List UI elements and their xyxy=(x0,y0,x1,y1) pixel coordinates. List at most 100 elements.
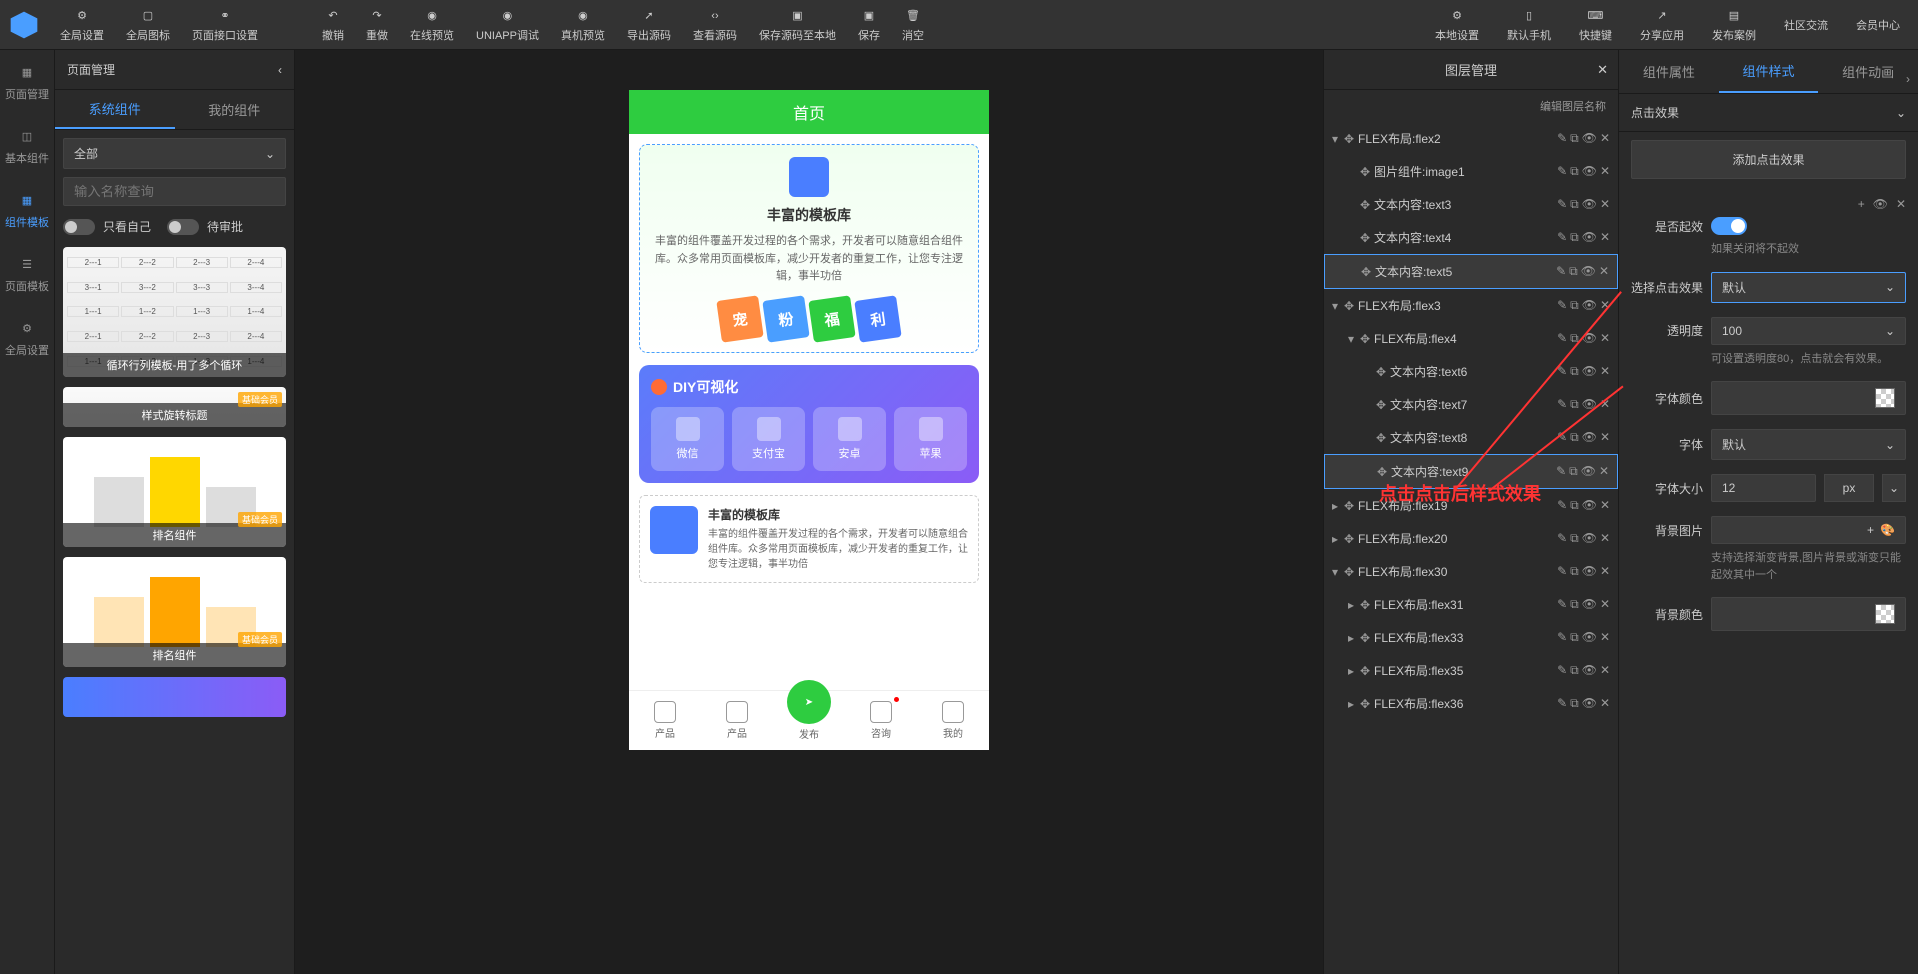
tb-view-code[interactable]: ‹›查看源码 xyxy=(683,3,747,47)
copy-icon[interactable]: ⧉ xyxy=(1570,197,1579,212)
layer-row[interactable]: ✥ 文本内容:text3 ✎ ⧉ 👁 ✕ xyxy=(1324,188,1618,221)
palette-icon[interactable]: 🎨 xyxy=(1880,523,1895,537)
drag-handle-icon[interactable]: ✥ xyxy=(1360,664,1374,678)
edit-icon[interactable]: ✎ xyxy=(1557,131,1567,146)
visibility-icon[interactable]: 👁 xyxy=(1581,264,1596,279)
layer-row[interactable]: ▾ ✥ FLEX布局:flex30 ✎ ⧉ 👁 ✕ xyxy=(1324,555,1618,588)
edit-icon[interactable]: ✎ xyxy=(1557,298,1567,313)
edit-icon[interactable]: ✎ xyxy=(1557,331,1567,346)
visibility-icon[interactable]: 👁 xyxy=(1582,298,1597,313)
tab-my-comp[interactable]: 我的组件 xyxy=(175,90,295,129)
visibility-icon[interactable]: 👁 xyxy=(1582,230,1597,245)
copy-icon[interactable]: ⧉ xyxy=(1570,131,1579,146)
delete-icon[interactable]: ✕ xyxy=(1600,197,1610,212)
delete-icon[interactable]: ✕ xyxy=(1600,597,1610,612)
add-icon[interactable]: + xyxy=(1858,197,1865,211)
delete-icon[interactable]: ✕ xyxy=(1600,564,1610,579)
tb-publish[interactable]: ▤发布案例 xyxy=(1702,3,1766,47)
template-item[interactable] xyxy=(63,677,286,717)
tb-save[interactable]: ▣保存 xyxy=(848,3,890,47)
delete-icon[interactable]: ✕ xyxy=(1600,696,1610,711)
toggle-pending[interactable] xyxy=(167,219,199,235)
copy-icon[interactable]: ⧉ xyxy=(1570,164,1579,179)
color-swatch[interactable] xyxy=(1875,388,1895,408)
drag-handle-icon[interactable]: ✥ xyxy=(1344,499,1358,513)
template-item[interactable]: 排名组件 基础会员 xyxy=(63,437,286,547)
copy-icon[interactable]: ⧉ xyxy=(1569,464,1578,479)
layer-row[interactable]: ▸ ✥ FLEX布局:flex19 ✎ ⧉ 👁 ✕ xyxy=(1324,489,1618,522)
bg-image-input[interactable]: +🎨 xyxy=(1711,516,1906,544)
tb-clear[interactable]: 🗑消空 xyxy=(892,3,934,47)
edit-icon[interactable]: ✎ xyxy=(1557,597,1567,612)
layer-row[interactable]: ▾ ✥ FLEX布局:flex2 ✎ ⧉ 👁 ✕ xyxy=(1324,122,1618,155)
tb-redo[interactable]: ↷重做 xyxy=(356,3,398,47)
layer-row[interactable]: ▸ ✥ FLEX布局:flex31 ✎ ⧉ 👁 ✕ xyxy=(1324,588,1618,621)
edit-icon[interactable]: ✎ xyxy=(1556,264,1566,279)
ls-global-settings[interactable]: ⚙全局设置 xyxy=(0,306,54,370)
delete-icon[interactable]: ✕ xyxy=(1600,531,1610,546)
copy-icon[interactable]: ⧉ xyxy=(1570,630,1579,645)
enable-switch[interactable] xyxy=(1711,217,1747,235)
drag-handle-icon[interactable]: ✥ xyxy=(1360,631,1374,645)
font-color-input[interactable] xyxy=(1711,381,1906,415)
tab-comp-props[interactable]: 组件属性 xyxy=(1619,50,1719,93)
copy-icon[interactable]: ⧉ xyxy=(1570,298,1579,313)
expand-toggle[interactable]: ▸ xyxy=(1348,631,1360,645)
layer-row[interactable]: ▸ ✥ FLEX布局:flex33 ✎ ⧉ 👁 ✕ xyxy=(1324,621,1618,654)
tb-default-phone[interactable]: ▯默认手机 xyxy=(1497,3,1561,47)
category-select[interactable]: 全部 ⌄ xyxy=(63,138,286,169)
drag-handle-icon[interactable]: ✥ xyxy=(1360,332,1374,346)
tb-shortcuts[interactable]: ⌨快捷键 xyxy=(1569,3,1622,47)
edit-icon[interactable]: ✎ xyxy=(1557,663,1567,678)
visibility-icon[interactable]: 👁 xyxy=(1582,197,1597,212)
ls-comp-template[interactable]: ▦组件模板 xyxy=(0,178,54,242)
visibility-icon[interactable]: 👁 xyxy=(1582,531,1597,546)
font-size-input[interactable]: 12 xyxy=(1711,474,1816,502)
tb-device-preview[interactable]: ◉真机预览 xyxy=(551,3,615,47)
edit-icon[interactable]: ✎ xyxy=(1557,164,1567,179)
expand-toggle[interactable]: ▸ xyxy=(1348,697,1360,711)
section-click-effect[interactable]: 点击效果 ⌄ xyxy=(1619,94,1918,132)
layer-row[interactable]: ▾ ✥ FLEX布局:flex4 ✎ ⧉ 👁 ✕ xyxy=(1324,322,1618,355)
tb-share[interactable]: ↗分享应用 xyxy=(1630,3,1694,47)
drag-handle-icon[interactable]: ✥ xyxy=(1360,198,1374,212)
layer-row[interactable]: ✥ 文本内容:text7 ✎ ⧉ 👁 ✕ xyxy=(1324,388,1618,421)
tab-mine[interactable]: 我的 xyxy=(917,691,989,750)
visibility-icon[interactable]: 👁 xyxy=(1582,630,1597,645)
close-icon[interactable]: ✕ xyxy=(1597,62,1608,78)
layer-row[interactable]: ✥ 文本内容:text4 ✎ ⧉ 👁 ✕ xyxy=(1324,221,1618,254)
tb-community[interactable]: 社区交流 xyxy=(1774,3,1838,47)
template-card-2[interactable]: 丰富的模板库 丰富的组件覆盖开发过程的各个需求，开发者可以随意组合组件库。众多常… xyxy=(639,495,979,583)
tb-member[interactable]: 会员中心 xyxy=(1846,3,1910,47)
effect-select[interactable]: 默认⌄ xyxy=(1711,272,1906,303)
visibility-icon[interactable]: 👁 xyxy=(1582,597,1597,612)
tab-comp-anim[interactable]: 组件动画 xyxy=(1818,50,1918,93)
visibility-icon[interactable]: 👁 xyxy=(1582,430,1597,445)
drag-handle-icon[interactable]: ✥ xyxy=(1344,532,1358,546)
expand-toggle[interactable]: ▸ xyxy=(1348,598,1360,612)
opacity-select[interactable]: 100⌄ xyxy=(1711,317,1906,345)
ls-page-template[interactable]: ☰页面模板 xyxy=(0,242,54,306)
layer-row[interactable]: ▾ ✥ FLEX布局:flex3 ✎ ⧉ 👁 ✕ xyxy=(1324,289,1618,322)
diy-card[interactable]: DIY可视化 微信 支付宝 安卓 苹果 xyxy=(639,365,979,483)
copy-icon[interactable]: ⧉ xyxy=(1570,430,1579,445)
delete-icon[interactable]: ✕ xyxy=(1600,131,1610,146)
add-icon[interactable]: + xyxy=(1867,523,1874,537)
font-select[interactable]: 默认⌄ xyxy=(1711,429,1906,460)
tb-local-settings[interactable]: ⚙本地设置 xyxy=(1425,3,1489,47)
copy-icon[interactable]: ⧉ xyxy=(1570,397,1579,412)
layer-row[interactable]: ✥ 图片组件:image1 ✎ ⧉ 👁 ✕ xyxy=(1324,155,1618,188)
delete-icon[interactable]: ✕ xyxy=(1599,464,1609,479)
tab-comp-style[interactable]: 组件样式 xyxy=(1719,50,1819,93)
visibility-icon[interactable]: 👁 xyxy=(1582,498,1597,513)
edit-icon[interactable]: ✎ xyxy=(1557,630,1567,645)
edit-icon[interactable]: ✎ xyxy=(1557,696,1567,711)
layer-row[interactable]: ▸ ✥ FLEX布局:flex36 ✎ ⧉ 👁 ✕ xyxy=(1324,687,1618,720)
add-effect-button[interactable]: 添加点击效果 xyxy=(1631,140,1906,179)
delete-icon[interactable]: ✕ xyxy=(1600,430,1610,445)
delete-icon[interactable]: ✕ xyxy=(1600,331,1610,346)
layer-row[interactable]: ✥ 文本内容:text6 ✎ ⧉ 👁 ✕ xyxy=(1324,355,1618,388)
tab-product[interactable]: 产品 xyxy=(629,691,701,750)
template-card[interactable]: 丰富的模板库 丰富的组件覆盖开发过程的各个需求，开发者可以随意组合组件库。众多常… xyxy=(639,144,979,353)
delete-icon[interactable]: ✕ xyxy=(1599,264,1609,279)
